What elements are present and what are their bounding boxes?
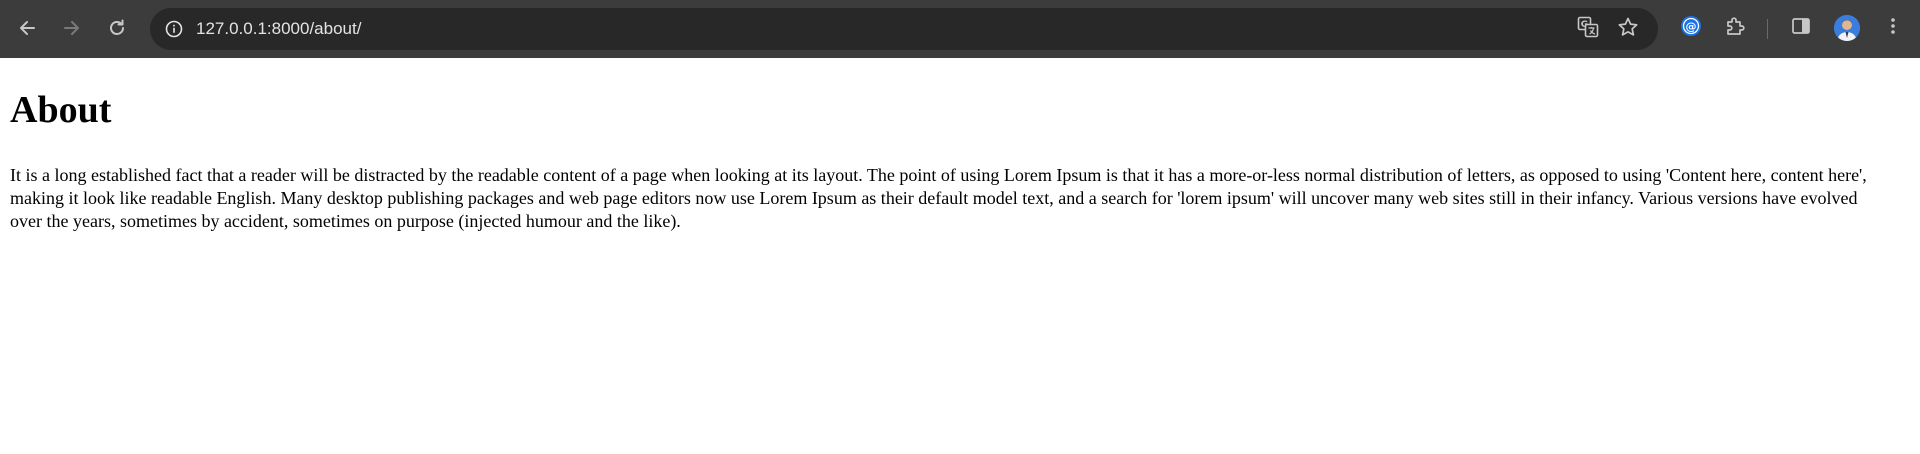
forward-arrow-icon — [62, 18, 82, 38]
toolbar-divider — [1767, 19, 1768, 39]
translate-icon: G — [1577, 16, 1599, 43]
bookmark-button[interactable] — [1613, 14, 1643, 44]
page-title: About — [10, 89, 112, 131]
side-panel-icon — [1790, 15, 1812, 42]
body-paragraph: It is a long established fact that a rea… — [10, 165, 1867, 231]
avatar[interactable] — [1834, 15, 1860, 41]
puzzle-icon — [1724, 15, 1746, 42]
reload-button[interactable] — [98, 9, 136, 47]
side-panel-button[interactable] — [1786, 13, 1816, 43]
at-sign-extension-icon: @ — [1680, 15, 1702, 42]
star-icon — [1617, 16, 1639, 43]
forward-button[interactable] — [53, 9, 91, 47]
back-arrow-icon — [17, 18, 37, 38]
svg-text:@: @ — [1686, 20, 1697, 33]
back-button[interactable] — [8, 9, 46, 47]
url-text[interactable]: 127.0.0.1:8000/about/ — [196, 8, 361, 50]
info-circle-icon[interactable] — [162, 17, 186, 41]
extension-button[interactable]: @ — [1676, 13, 1706, 43]
kebab-menu-icon — [1882, 15, 1904, 42]
extensions-menu-button[interactable] — [1720, 13, 1750, 43]
translate-button[interactable]: G — [1573, 14, 1603, 44]
reload-icon — [107, 18, 127, 38]
browser-menu-button[interactable] — [1878, 13, 1908, 43]
browser-toolbar: 127.0.0.1:8000/about/ G @ — [0, 0, 1920, 58]
address-bar[interactable]: 127.0.0.1:8000/about/ G — [150, 8, 1658, 50]
page-content: About It is a long established fact that… — [0, 58, 1920, 454]
